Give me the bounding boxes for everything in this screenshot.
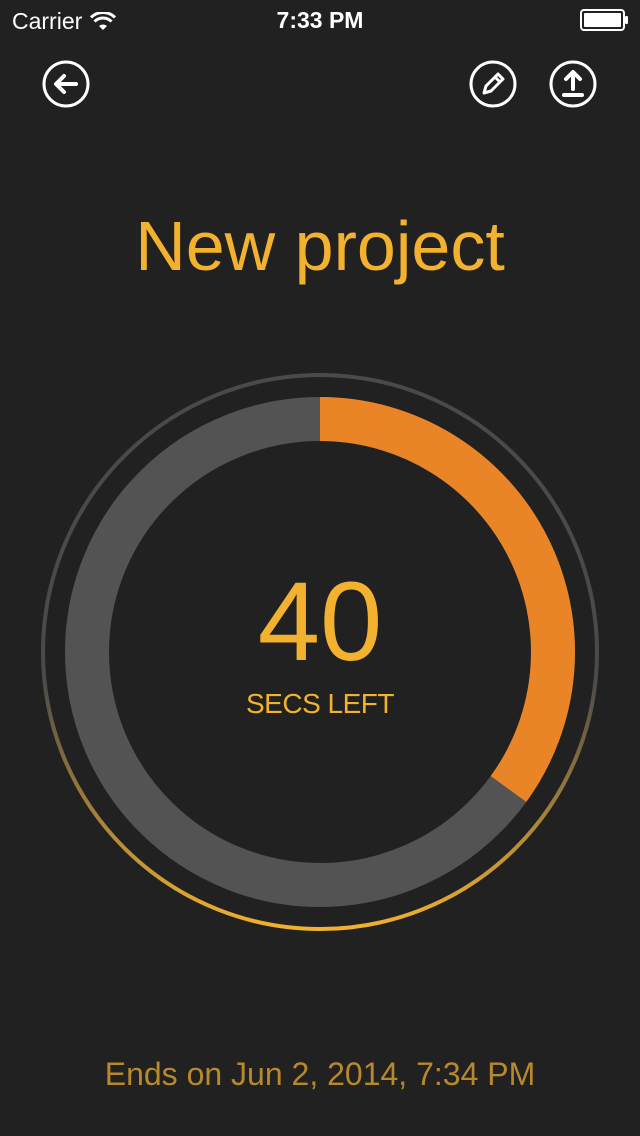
edit-button[interactable] [469, 60, 517, 108]
back-button[interactable] [42, 60, 90, 108]
upload-icon [549, 60, 597, 108]
status-time: 7:33 PM [276, 7, 364, 33]
pencil-icon [469, 60, 517, 108]
arrow-left-icon [42, 60, 90, 108]
end-time-label: Ends on Jun 2, 2014, 7:34 PM [104, 1056, 536, 1092]
share-button[interactable] [549, 60, 597, 108]
countdown-value: 40 [257, 559, 383, 684]
project-title: New project [135, 207, 505, 285]
battery-icon [580, 9, 628, 31]
status-bar: Carrier 7:33 PM [0, 0, 640, 40]
countdown-unit-label: SECS LEFT [246, 688, 394, 719]
timer-screen: Carrier 7:33 PM New project 40 SECS LEFT… [0, 0, 640, 1136]
